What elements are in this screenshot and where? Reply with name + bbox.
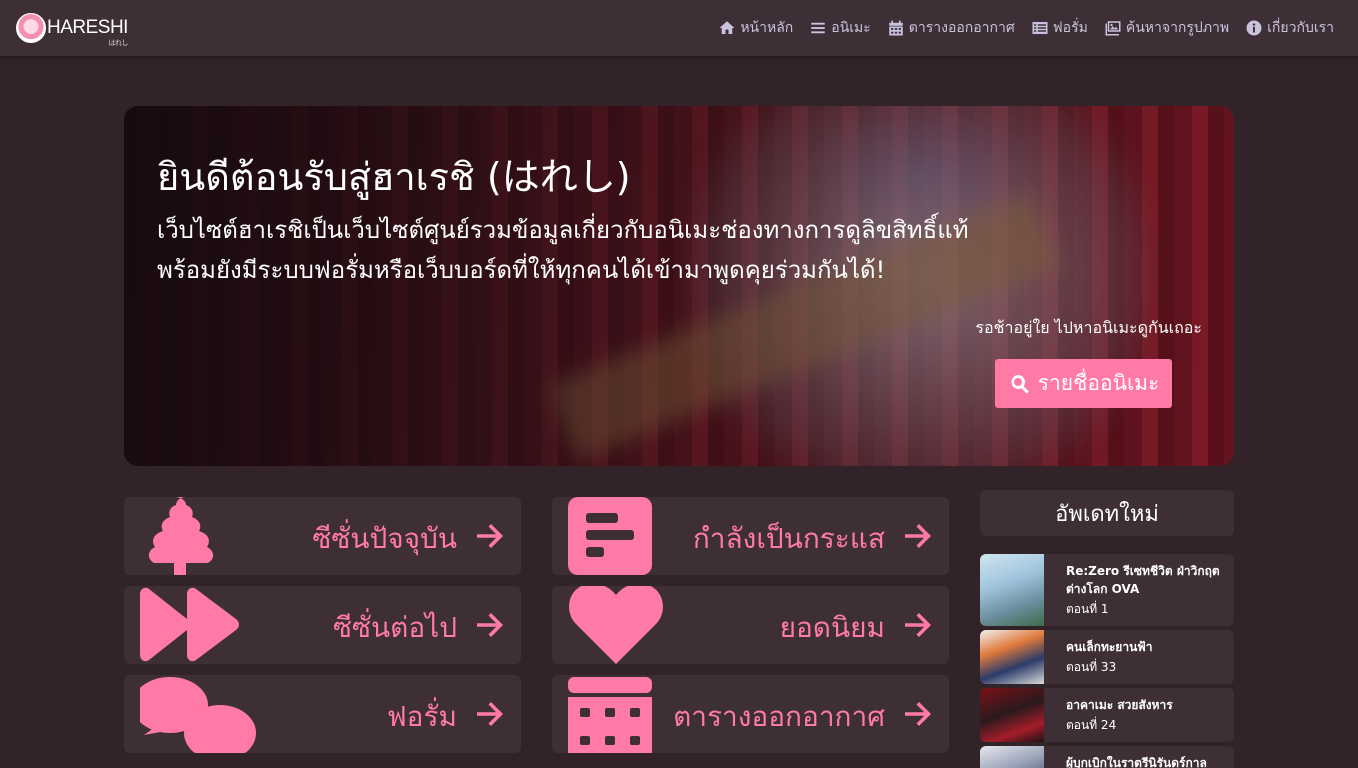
logo-text: HARESHI はれし (47, 17, 128, 47)
arrow-right-icon (477, 524, 503, 548)
fast-forward-icon (140, 587, 239, 662)
card-label: ตารางออกอากาศ (673, 700, 885, 733)
hero-description: เว็บไซต์ฮาเรชิเป็นเว็บไซต์ศูนย์รวมข้อมูล… (157, 216, 969, 284)
trending-chart-icon (568, 497, 652, 575)
card-label: กำลังเป็นกระแส (692, 522, 885, 555)
update-episode: ตอนที่ 33 (1066, 660, 1117, 674)
search-icon (1011, 374, 1029, 394)
list-icon (811, 22, 826, 34)
arrow-right-icon (905, 524, 931, 548)
image-search-icon (1105, 21, 1121, 36)
card-forum[interactable]: ฟอรั่ม (124, 675, 521, 753)
anime-thumbnail (980, 746, 1044, 768)
tree-icon (148, 497, 214, 575)
updates-heading: อัพเดทใหม่ (980, 490, 1234, 536)
arrow-right-icon (905, 613, 931, 637)
nav-item-schedule[interactable]: ตารางออกอากาศ (887, 17, 1015, 39)
update-episode: ตอนที่ 24 (1066, 718, 1117, 732)
comments-icon (140, 677, 256, 753)
arrow-right-icon (477, 613, 503, 637)
card-current-season[interactable]: ซีซั่นปัจจุบัน (124, 497, 521, 575)
update-episode: ตอนที่ 1 (1066, 602, 1109, 616)
card-popular[interactable]: ยอดนิยม (552, 586, 949, 664)
card-next-season[interactable]: ซีซั่นต่อไป (124, 586, 521, 664)
anime-thumbnail (980, 630, 1044, 684)
forum-list-icon (1032, 22, 1048, 34)
arrow-right-icon (905, 702, 931, 726)
card-label: ซีซั่นปัจจุบัน (312, 522, 457, 555)
update-item[interactable]: อาคาเมะ สวยสังหาร ตอนที่ 24 (980, 688, 1234, 742)
update-title: ผู้บุกเบิกในราตรีนิรันดร์กาล (1066, 756, 1207, 768)
update-title: อาคาเมะ สวยสังหาร (1066, 698, 1173, 712)
nav-item-home[interactable]: หน้าหลัก (718, 17, 793, 39)
nav-item-image-search[interactable]: ค้นหาจากรูปภาพ (1104, 17, 1229, 39)
nav-item-forum[interactable]: ฟอรั่ม (1031, 17, 1088, 39)
anime-thumbnail (980, 688, 1044, 742)
anime-list-button[interactable]: รายชื่ออนิเมะ (995, 359, 1172, 408)
calendar-icon (889, 20, 903, 36)
card-schedule[interactable]: ตารางออกอากาศ (552, 675, 949, 753)
home-icon (719, 21, 735, 34)
calendar-icon (568, 677, 652, 753)
nav-menu: หน้าหลัก อนิเมะ ตารางออกอากาศ ฟอรั่ม ค้น… (718, 0, 1334, 56)
logo-subtext: はれし (108, 40, 128, 47)
info-icon (1246, 20, 1262, 36)
update-item[interactable]: ผู้บุกเบิกในราตรีนิรันดร์กาล (980, 746, 1234, 768)
update-title: คนเล็กทะยานฟ้า (1066, 640, 1153, 654)
update-item[interactable]: คนเล็กทะยานฟ้า ตอนที่ 33 (980, 630, 1234, 684)
nav-item-about[interactable]: เกี่ยวกับเรา (1245, 17, 1334, 39)
update-item[interactable]: Re:Zero รีเซทชีวิต ฝ่าวิกฤตต่างโลก OVA ต… (980, 554, 1234, 626)
card-label: ยอดนิยม (779, 611, 885, 644)
anime-thumbnail (980, 554, 1044, 626)
navbar: HARESHI はれし หน้าหลัก อนิเมะ ตารางออกอากา… (0, 0, 1358, 56)
hero-call-to-action-text: รอช้าอยู่ใย ไปหาอนิเมะดูกันเถอะ (975, 318, 1202, 337)
update-title: Re:Zero รีเซทชีวิต ฝ่าวิกฤตต่างโลก OVA (1066, 564, 1220, 596)
hero-banner: ยินดีต้อนรับสู่ฮาเรชิ (はれし) เว็บไซต์ฮาเร… (124, 106, 1234, 466)
heart-icon (569, 586, 663, 664)
arrow-right-icon (477, 702, 503, 726)
logo-avatar-icon (16, 13, 46, 43)
card-trending[interactable]: กำลังเป็นกระแส (552, 497, 949, 575)
card-label: ฟอรั่ม (386, 700, 457, 733)
hero-title: ยินดีต้อนรับสู่ฮาเรชิ (はれし) (157, 155, 631, 199)
site-logo[interactable]: HARESHI はれし (16, 12, 128, 47)
card-label: ซีซั่นต่อไป (332, 611, 457, 644)
nav-item-anime[interactable]: อนิเมะ (809, 17, 871, 39)
